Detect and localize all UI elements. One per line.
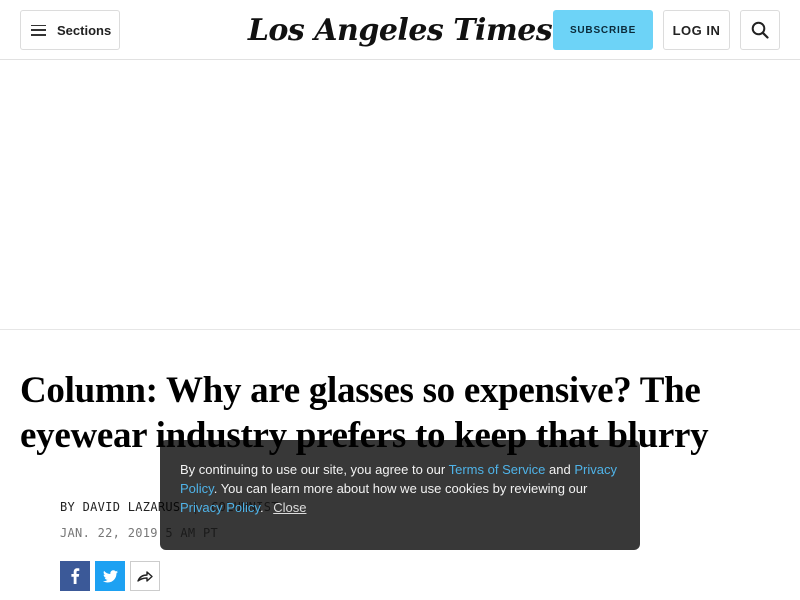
cookie-text-2: and (545, 462, 575, 477)
facebook-icon (71, 568, 80, 584)
search-icon (751, 21, 769, 39)
terms-of-service-link[interactable]: Terms of Service (449, 462, 546, 477)
facebook-share-button[interactable] (60, 561, 90, 591)
twitter-icon (102, 569, 118, 582)
privacy-policy-link-2[interactable]: Privacy Policy (180, 500, 260, 515)
sections-button[interactable]: Sections (20, 10, 120, 50)
ad-placeholder (0, 61, 800, 330)
cookie-text-3: . You can learn more about how we use co… (213, 481, 588, 496)
cookie-text-1: By continuing to use our site, you agree… (180, 462, 449, 477)
share-arrow-icon (137, 571, 153, 582)
hamburger-icon (31, 24, 46, 36)
login-button[interactable]: LOG IN (663, 10, 730, 50)
logo-text: Los Angeles Times (247, 12, 553, 48)
twitter-share-button[interactable] (95, 561, 125, 591)
cookie-close-button[interactable]: Close (273, 500, 306, 515)
byline-prefix: BY (60, 500, 76, 514)
subscribe-button[interactable]: SUBSCRIBE (553, 10, 653, 50)
more-share-button[interactable] (130, 561, 160, 591)
cookie-consent-banner: By continuing to use our site, you agree… (160, 440, 640, 550)
search-button[interactable] (740, 10, 780, 50)
site-logo[interactable]: Los Angeles Times (248, 11, 553, 49)
cookie-text-4: . (259, 500, 264, 515)
sections-label: Sections (57, 22, 112, 38)
site-header: Sections Los Angeles Times SUBSCRIBE LOG… (0, 0, 800, 60)
